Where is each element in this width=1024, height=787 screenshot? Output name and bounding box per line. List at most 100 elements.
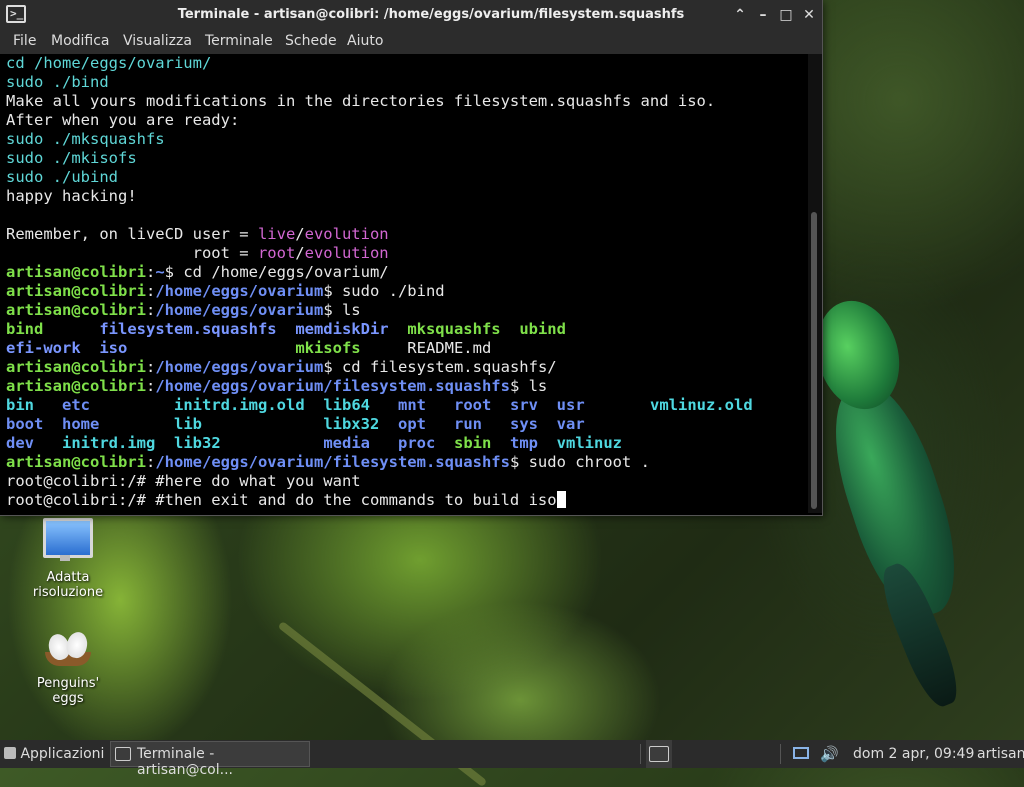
terminal-line: boot home lib libx32 opt run sys var: [6, 415, 585, 434]
terminal-line: Make all yours modifications in the dire…: [6, 92, 715, 111]
terminal-line: artisan@colibri:/home/eggs/ovarium$ sudo…: [6, 282, 445, 301]
terminal-text: /: [295, 244, 305, 262]
terminal-text: boot: [6, 415, 44, 433]
terminal-text: sbin: [454, 434, 492, 452]
terminal-text: sudo ./ubind: [6, 168, 118, 186]
terminal-text: artisan@colibri: [6, 453, 146, 471]
terminal-line: dev initrd.img lib32 media proc sbin tmp…: [6, 434, 622, 453]
terminal-text: dev: [6, 434, 34, 452]
desktop-icon-adatta-risoluzione[interactable]: Adatta risoluzione: [18, 512, 118, 600]
monitor-icon: [43, 518, 93, 561]
terminal-text: lib32: [174, 434, 221, 452]
terminal-line: sudo ./ubind: [6, 168, 118, 187]
terminal-line: happy hacking!: [6, 187, 137, 206]
terminal-text: :: [145, 301, 156, 319]
terminal-line: artisan@colibri:/home/eggs/ovarium/files…: [6, 377, 547, 396]
terminal-text: happy hacking!: [6, 187, 137, 205]
terminal-line: sudo ./mksquashfs: [6, 130, 165, 149]
terminal-text: ubind: [519, 320, 566, 338]
taskbar-task-terminal[interactable]: Terminale - artisan@col...: [110, 741, 310, 778]
terminal-text: lib64: [323, 396, 370, 414]
terminal-task-icon: [115, 747, 131, 761]
menu-file[interactable]: File: [13, 33, 36, 49]
terminal-text: memdiskDir: [295, 320, 389, 338]
maximize-button[interactable]: □: [777, 6, 795, 24]
terminal-text: artisan@colibri: [6, 301, 146, 319]
terminal-text: $ ls: [509, 377, 548, 395]
clock[interactable]: dom 2 apr, 09:49: [853, 740, 974, 768]
menu-aiuto[interactable]: Aiuto: [347, 33, 383, 49]
terminal-line: cd /home/eggs/ovarium/: [6, 54, 211, 73]
terminal-text: evolution: [304, 244, 389, 262]
terminal-text: libx32: [323, 415, 380, 433]
terminal-text: live: [257, 225, 296, 243]
terminal-text: initrd.img: [62, 434, 156, 452]
terminal-text: $ sudo chroot .: [509, 453, 650, 471]
terminal-text: run: [453, 415, 482, 433]
menu-modifica[interactable]: Modifica: [51, 33, 110, 49]
terminal-text: mksquashfs: [407, 320, 501, 338]
terminal-text: artisan@colibri: [6, 377, 146, 395]
terminal-text: iso: [99, 339, 128, 357]
close-button[interactable]: ✕: [800, 6, 818, 24]
terminal-text: mkisofs: [295, 339, 361, 357]
user-name[interactable]: artisan: [977, 740, 1024, 768]
terminal-text: sudo ./mksquashfs: [6, 130, 165, 148]
terminal-text: $ cd /home/eggs/ovarium/: [164, 263, 389, 281]
shade-button[interactable]: ⌃: [731, 6, 749, 24]
desktop-icon-penguins-eggs[interactable]: Penguins' eggs: [18, 630, 118, 706]
terminal-text: var: [556, 415, 585, 433]
terminal-text: root: [454, 396, 492, 414]
terminal-text: Make all yours modifications in the dire…: [6, 92, 716, 110]
terminal-scrollbar[interactable]: [808, 54, 822, 513]
network-icon[interactable]: [793, 740, 809, 768]
terminal-text: bin: [6, 396, 34, 414]
terminal-text: /home/eggs/ovarium: [155, 301, 324, 319]
menu-terminale[interactable]: Terminale: [205, 33, 273, 49]
window-title: Terminale - artisan@colibri: /home/eggs/…: [177, 7, 685, 22]
window-titlebar[interactable]: >_ Terminale - artisan@colibri: /home/eg…: [0, 0, 822, 31]
terminal-text: sudo ./bind: [6, 73, 109, 91]
terminal-text: :: [145, 263, 156, 281]
terminal-output[interactable]: cd /home/eggs/ovarium/sudo ./bind Make al…: [0, 54, 808, 513]
terminal-text: artisan@colibri: [6, 358, 146, 376]
terminal-text: filesystem.squashfs: [99, 320, 277, 338]
minimize-button[interactable]: –: [754, 6, 772, 24]
terminal-line: After when you are ready:: [6, 111, 239, 130]
terminal-text: opt: [397, 415, 426, 433]
terminal-line: sudo ./mkisofs: [6, 149, 137, 168]
terminal-text: sudo ./mkisofs: [6, 149, 137, 167]
volume-icon[interactable]: 🔊: [820, 740, 839, 768]
menu-visualizza[interactable]: Visualizza: [123, 33, 192, 49]
terminal-line: sudo ./bind: [6, 73, 109, 92]
terminal-text: README.md: [360, 339, 492, 357]
terminal-text: bind: [6, 320, 44, 338]
taskbar: Applicazioni ≡ Terminale - artisan@col..…: [0, 740, 1024, 778]
terminal-line: artisan@colibri:/home/eggs/ovarium$ ls: [6, 301, 361, 320]
terminal-text: root =: [6, 244, 258, 262]
terminal-text: /home/eggs/ovarium: [155, 358, 324, 376]
menu-schede[interactable]: Schede: [285, 33, 337, 49]
terminal-text: proc: [398, 434, 436, 452]
terminal-window: >_ Terminale - artisan@colibri: /home/eg…: [0, 0, 822, 515]
terminal-line: artisan@colibri:/home/eggs/ovarium/files…: [6, 453, 650, 472]
terminal-text: root@colibri:/# #here do what you want: [6, 472, 361, 490]
applications-menu-button[interactable]: Applicazioni ≡: [4, 740, 119, 768]
workspace-terminal-icon[interactable]: [646, 740, 672, 768]
scrollbar-thumb[interactable]: [811, 212, 817, 509]
